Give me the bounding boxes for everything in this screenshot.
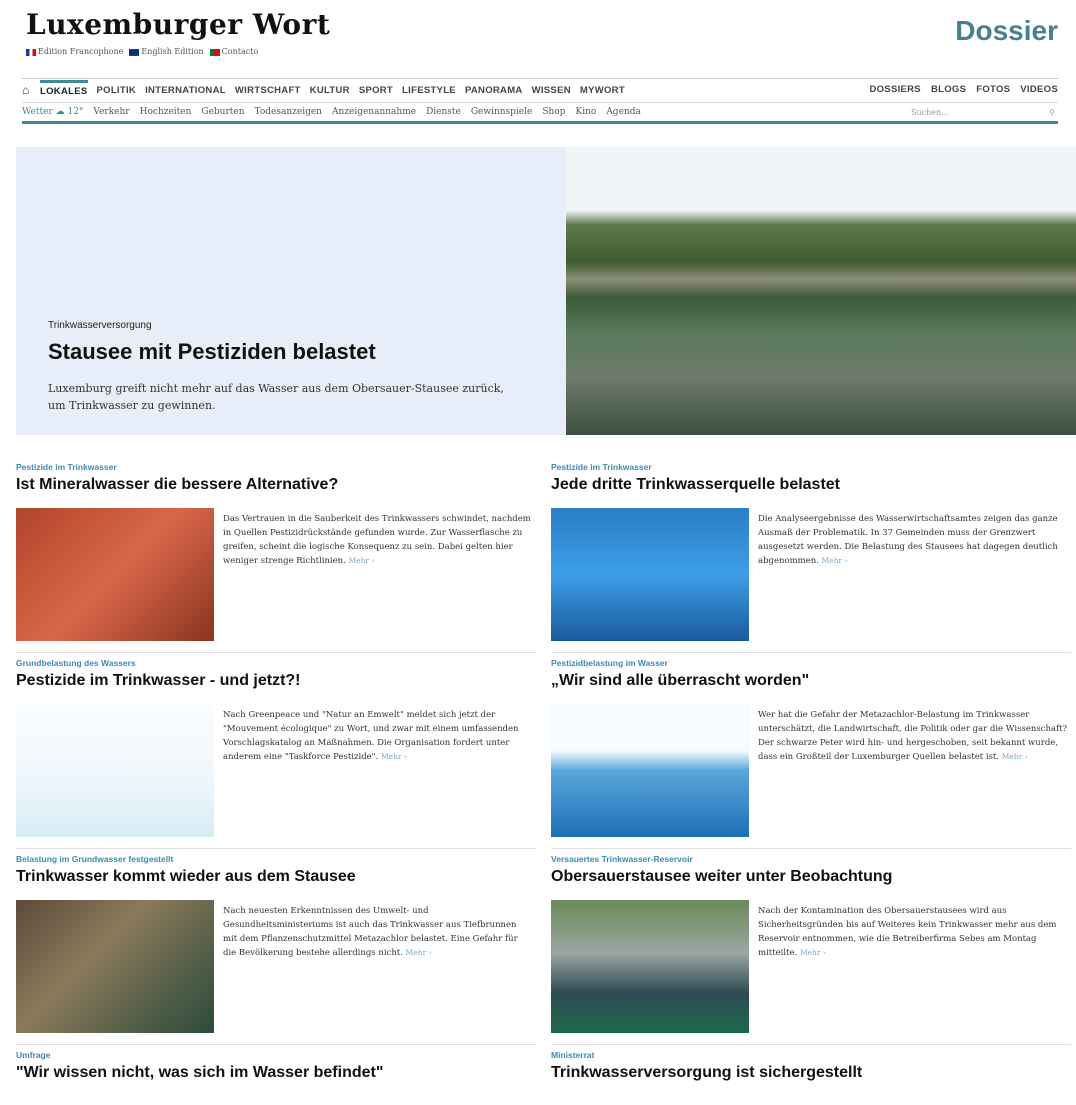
article-kicker: Pestizidbelastung im Wasser (551, 658, 668, 668)
article-title[interactable]: Trinkwasser kommt wieder aus dem Stausee (16, 868, 536, 886)
nav-item-fotos[interactable]: FOTOS (976, 84, 1010, 95)
article-thumbnail[interactable] (16, 508, 214, 641)
hero-image-reservoir[interactable] (566, 147, 1076, 435)
article-kicker: Pestizide im Trinkwasser (16, 462, 117, 472)
article-teaser[interactable]: Pestizide im Trinkwasser Ist Mineralwass… (16, 462, 536, 641)
article-kicker: Belastung im Grundwasser festgestellt (16, 854, 174, 864)
article-text: Nach neuesten Erkenntnissen des Umwelt- … (223, 906, 518, 958)
divider (551, 1044, 1071, 1045)
nav-item-mywort[interactable]: MYWORT (580, 83, 625, 96)
subnav-item-agenda[interactable]: Agenda (606, 107, 641, 117)
subnav-item-shop[interactable]: Shop (542, 107, 565, 117)
divider (551, 848, 1071, 849)
more-link[interactable]: Mehr › (822, 556, 848, 565)
subnav-item-geburten[interactable]: Geburten (201, 107, 244, 117)
flag-portugal-icon (209, 48, 220, 56)
nav-item-sport[interactable]: SPORT (359, 83, 393, 96)
article-teaser[interactable]: Grundbelastung des Wassers Pestizide im … (16, 652, 536, 837)
nav-item-blogs[interactable]: BLOGS (931, 84, 966, 95)
hero-kicker: Trinkwasserversorgung (48, 320, 152, 331)
subnav-item-anzeigenannahme[interactable]: Anzeigenannahme (332, 107, 416, 117)
article-text: Die Analyseergebnisse des Wasserwirtscha… (758, 514, 1058, 566)
article-text: Nach der Kontamination des Obersauerstau… (758, 906, 1057, 958)
article-teaser[interactable]: Belastung im Grundwasser festgestellt Tr… (16, 848, 536, 1033)
article-title[interactable]: Obersauerstausee weiter unter Beobachtun… (551, 868, 1071, 886)
site-logo[interactable]: Luxemburger Wort (26, 8, 330, 41)
search-placeholder: Suchen... (911, 107, 949, 117)
page-title: Dossier (955, 15, 1058, 46)
article-thumbnail[interactable] (551, 704, 749, 837)
subnav-item-todesanzeigen[interactable]: Todesanzeigen (255, 107, 322, 117)
article-kicker: Pestizide im Trinkwasser (551, 462, 652, 472)
article-teaser[interactable]: Ministerrat Trinkwasserversorgung ist si… (551, 1044, 1071, 1105)
divider (16, 1044, 536, 1045)
flag-france-icon (26, 48, 36, 56)
nav-item-kultur[interactable]: KULTUR (310, 83, 350, 96)
search-icon[interactable]: ⚲ (1049, 108, 1055, 117)
flag-uk-icon (129, 48, 140, 56)
article-title[interactable]: Pestizide im Trinkwasser - und jetzt?! (16, 672, 536, 690)
article-title[interactable]: Trinkwasserversorgung ist sichergestellt (551, 1064, 1071, 1082)
article-teaser[interactable]: Umfrage "Wir wissen nicht, was sich im W… (16, 1044, 536, 1105)
edition-francophone-link[interactable]: Edition Francophone (26, 47, 123, 56)
divider (16, 848, 536, 849)
weather-widget[interactable]: Wetter ☁ 12° (22, 107, 83, 117)
temperature: 12° (67, 107, 84, 117)
article-thumbnail[interactable] (551, 900, 749, 1033)
article-kicker: Grundbelastung des Wassers (16, 658, 136, 668)
article-thumbnail[interactable] (16, 704, 214, 837)
subnav-item-dienste[interactable]: Dienste (426, 107, 461, 117)
edition-english-link[interactable]: English Edition (129, 47, 204, 56)
nav-right-group: DOSSIERS BLOGS FOTOS VIDEOS (869, 84, 1058, 95)
nav-item-panorama[interactable]: PANORAMA (465, 83, 523, 96)
hero-description: Luxemburg greift nicht mehr auf das Wass… (48, 382, 504, 412)
main-nav: ⌂ LOKALES POLITIK INTERNATIONAL WIRTSCHA… (22, 78, 1058, 100)
subnav-item-verkehr[interactable]: Verkehr (93, 107, 129, 117)
more-link[interactable]: Mehr › (349, 556, 375, 565)
article-title[interactable]: „Wir sind alle überrascht worden" (551, 672, 1071, 690)
nav-item-videos[interactable]: VIDEOS (1020, 84, 1058, 95)
nav-item-lifestyle[interactable]: LIFESTYLE (402, 83, 456, 96)
nav-item-international[interactable]: INTERNATIONAL (145, 83, 226, 96)
article-title[interactable]: "Wir wissen nicht, was sich im Wasser be… (16, 1064, 536, 1082)
article-text: Das Vertrauen in die Sauberkeit des Trin… (223, 514, 531, 566)
subnav-item-kino[interactable]: Kino (575, 107, 596, 117)
article-text: Wer hat die Gefahr der Metazachlor-Belas… (758, 710, 1068, 762)
divider (551, 652, 1071, 653)
article-title[interactable]: Jede dritte Trinkwasserquelle belastet (551, 476, 1071, 494)
nav-item-wirtschaft[interactable]: WIRTSCHAFT (235, 83, 301, 96)
sub-nav: Wetter ☁ 12° Verkehr Hochzeiten Geburten… (22, 102, 1058, 124)
divider (16, 652, 536, 653)
subnav-item-hochzeiten[interactable]: Hochzeiten (140, 107, 192, 117)
more-link[interactable]: Mehr › (406, 948, 432, 957)
more-link[interactable]: Mehr › (1002, 752, 1028, 761)
article-title[interactable]: Ist Mineralwasser die bessere Alternativ… (16, 476, 536, 494)
subnav-item-gewinnspiele[interactable]: Gewinnspiele (471, 107, 532, 117)
article-teaser[interactable]: Pestizidbelastung im Wasser „Wir sind al… (551, 652, 1071, 837)
article-kicker: Versauertes Trinkwasser-Reservoir (551, 854, 693, 864)
more-link[interactable]: Mehr › (800, 948, 826, 957)
edition-links: Edition Francophone English Edition Cont… (26, 47, 258, 56)
nav-item-politik[interactable]: POLITIK (97, 83, 137, 96)
edition-contacto-link[interactable]: Contacto (209, 47, 258, 56)
article-thumbnail[interactable] (16, 900, 214, 1033)
nav-item-wissen[interactable]: WISSEN (532, 83, 571, 96)
home-icon[interactable]: ⌂ (22, 83, 40, 97)
search-input[interactable]: Suchen... ⚲ (908, 105, 1058, 119)
article-text: Nach Greenpeace und "Natur an Emwelt" me… (223, 710, 519, 762)
more-link[interactable]: Mehr › (381, 752, 407, 761)
article-kicker: Ministerrat (551, 1050, 595, 1060)
article-kicker: Umfrage (16, 1050, 51, 1060)
nav-item-dossiers[interactable]: DOSSIERS (869, 84, 921, 95)
nav-item-lokales[interactable]: LOKALES (40, 79, 88, 97)
article-teaser[interactable]: Versauertes Trinkwasser-Reservoir Obersa… (551, 848, 1071, 1033)
article-thumbnail[interactable] (551, 508, 749, 641)
article-teaser[interactable]: Pestizide im Trinkwasser Jede dritte Tri… (551, 462, 1071, 641)
hero-title[interactable]: Stausee mit Pestiziden belastet (48, 339, 376, 365)
cloud-icon: ☁ (55, 107, 65, 117)
